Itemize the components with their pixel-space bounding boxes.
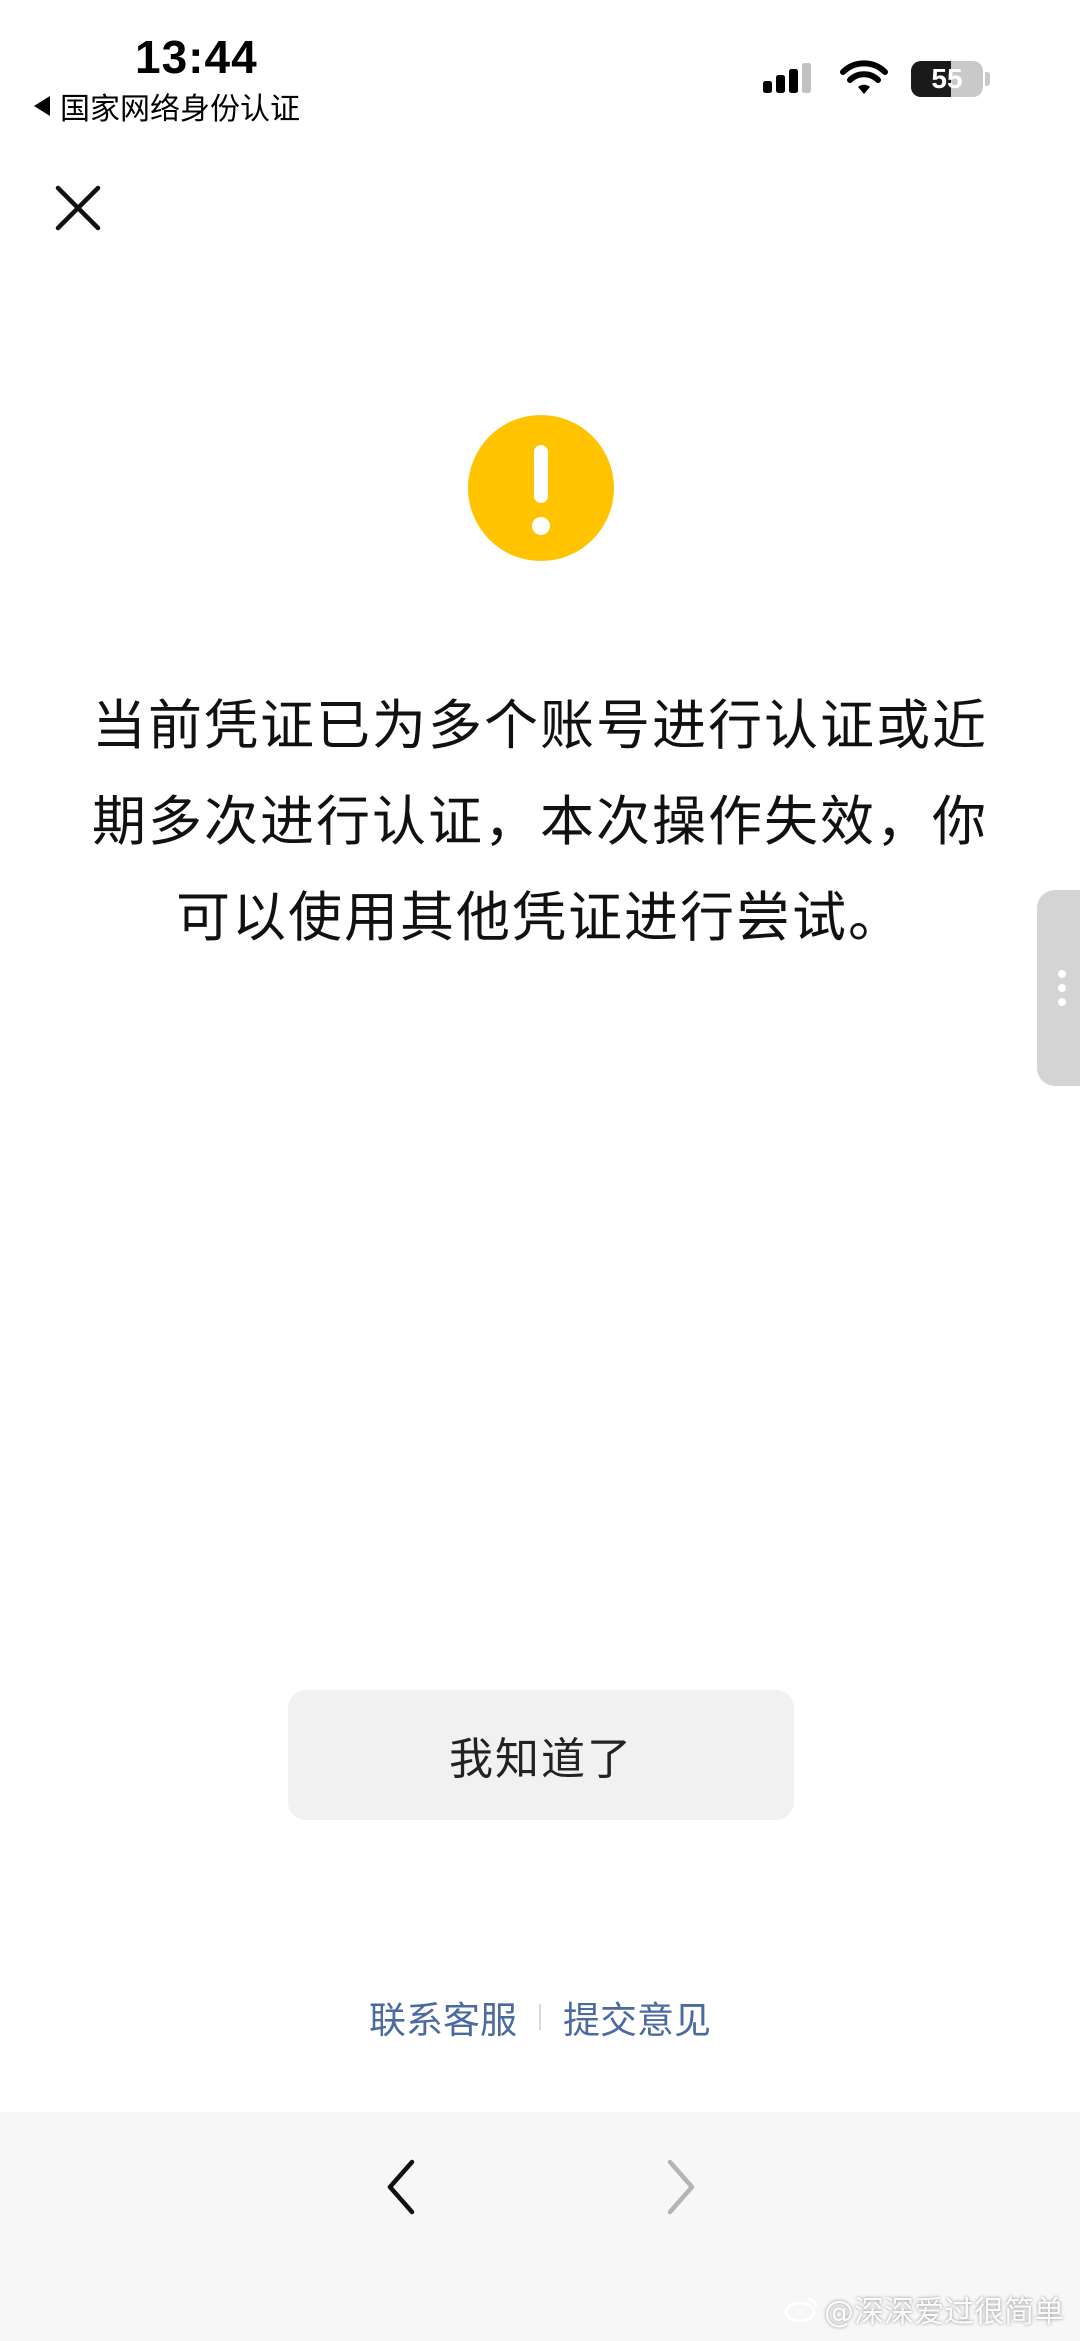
exclamation-bar: [534, 445, 548, 503]
battery-level: 55: [931, 63, 963, 94]
contact-support-link[interactable]: 联系客服: [369, 1990, 517, 2044]
error-message: 当前凭证已为多个账号进行认证或近期多次进行认证，本次操作失效，你可以使用其他凭证…: [92, 694, 988, 949]
cellular-signal-icon: [763, 63, 811, 93]
status-time: 13:44: [135, 31, 258, 83]
chevron-left-icon[interactable]: [382, 2152, 422, 2222]
weibo-icon: [784, 2297, 818, 2323]
handle-dot: [1058, 970, 1066, 978]
watermark-text: @深深爱过很简单: [824, 2295, 1064, 2330]
wifi-icon: [840, 60, 888, 94]
floating-side-handle[interactable]: [1037, 890, 1080, 1086]
acknowledge-button[interactable]: 我知道了: [288, 1690, 794, 1820]
watermark: @深深爱过很简单: [784, 2287, 1064, 2331]
back-to-app[interactable]: 国家网络身份认证: [34, 84, 300, 128]
battery-cap: [985, 72, 990, 86]
link-divider: [539, 2004, 541, 2030]
footer-links: 联系客服 提交意见: [0, 1990, 1080, 2044]
close-icon[interactable]: [48, 178, 108, 238]
battery-indicator: 55: [911, 61, 983, 97]
handle-dot: [1058, 998, 1066, 1006]
exclamation-icon: [468, 415, 614, 561]
back-triangle-icon: [34, 96, 50, 116]
submit-feedback-link[interactable]: 提交意见: [563, 1990, 711, 2044]
back-app-label: 国家网络身份认证: [60, 92, 300, 127]
status-icons: 55: [761, 60, 990, 98]
chevron-right-icon[interactable]: [660, 2152, 700, 2222]
page: 13:44 国家网络身份认证 55 当前凭证已为多个账号进行认证或近期多次进行认…: [0, 0, 1080, 2341]
handle-dot: [1058, 984, 1066, 992]
exclamation-dot: [532, 517, 550, 535]
bottom-nav-bar: @深深爱过很简单: [0, 2112, 1080, 2341]
